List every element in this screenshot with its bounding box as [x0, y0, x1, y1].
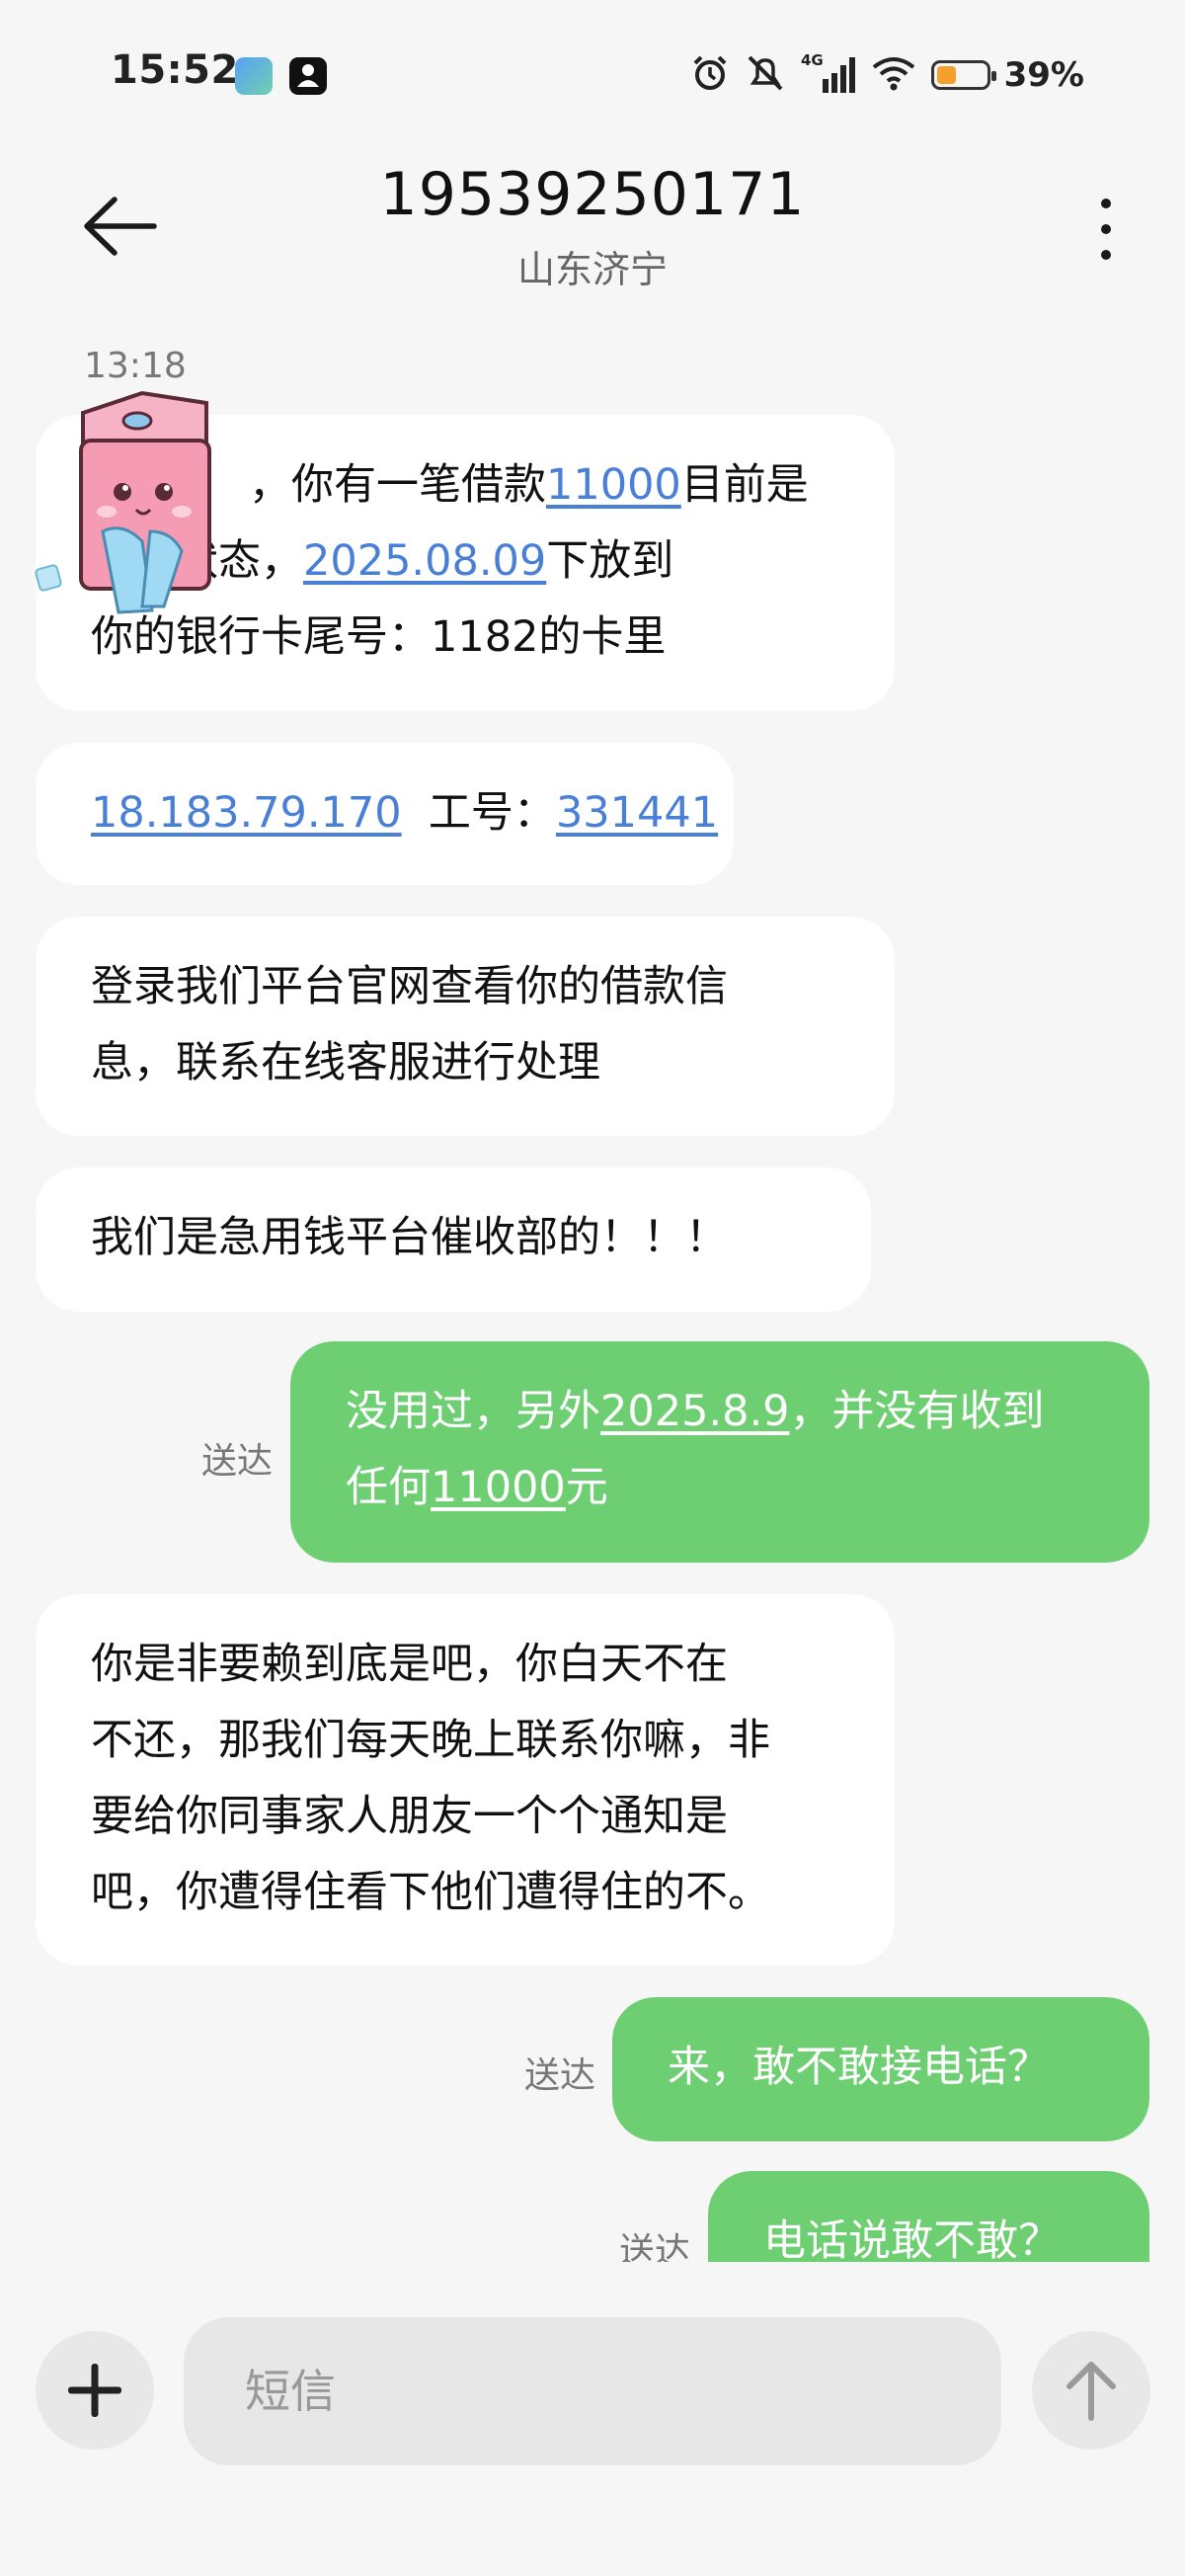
mute-icon	[744, 53, 787, 97]
more-vertical-icon[interactable]	[1086, 190, 1126, 269]
employee-number-link[interactable]: 331441	[556, 788, 718, 838]
message-text: 下放到	[546, 536, 674, 586]
message-text: 不还，那我们每天晚上联系你嘛，非	[91, 1716, 770, 1765]
delivery-status: 送达	[201, 1441, 274, 1482]
status-bar: 15:52 4G 39%	[0, 0, 1185, 148]
message-text: 要给你同事家人朋友一个个通知是	[91, 1792, 728, 1841]
amount-link[interactable]: 11000	[546, 460, 681, 510]
outgoing-message[interactable]: 来，敢不敢接电话？	[612, 1997, 1149, 2141]
outgoing-message[interactable]: 没用过，另外2025.8.9，并没有收到 任何11000元	[290, 1341, 1149, 1563]
status-time: 15:52	[111, 47, 239, 93]
network-type-label: 4G	[801, 51, 824, 69]
incoming-message[interactable]: 你是非要赖到底是吧，你白天不在 不还，那我们每天晚上联系你嘛，非 要给你同事家人…	[36, 1594, 895, 1966]
battery-icon	[930, 60, 996, 90]
sms-input[interactable]: 短信	[184, 2317, 1001, 2465]
message-text: 息，联系在线客服进行处理	[91, 1038, 600, 1087]
amount-link[interactable]: 11000	[431, 1463, 566, 1512]
incoming-message[interactable]: 我们是急用钱平台催收部的！！！	[36, 1167, 871, 1312]
message-text: ，并没有收到	[789, 1387, 1045, 1436]
message-text: 目前是	[680, 460, 809, 510]
message-timestamp: 13:18	[84, 346, 187, 386]
sms-input-placeholder: 短信	[245, 2365, 336, 2418]
battery-percent: 39%	[1003, 55, 1084, 95]
delivery-status: 送达	[524, 2055, 596, 2096]
message-text: 登录我们平台官网查看你的借款信	[91, 962, 728, 1011]
message-text: 吧，你遭得住看下他们遭得住的不。	[91, 1868, 770, 1917]
incoming-message[interactable]: 18.183.79.170 工号：331441	[36, 743, 734, 885]
message-text: 我们是急用钱平台催收部的！！！	[91, 1213, 728, 1262]
message-text: ，你有一笔借款	[249, 460, 546, 510]
battery-level-fill	[936, 66, 956, 84]
date-link[interactable]: 2025.8.9	[600, 1387, 789, 1436]
composer-bar: 短信	[0, 2262, 1185, 2576]
send-arrow-icon[interactable]	[1032, 2331, 1150, 2450]
date-link[interactable]: 2025.08.09	[303, 536, 546, 586]
signal-icon: 4G	[801, 51, 856, 99]
plus-icon[interactable]	[36, 2331, 154, 2450]
milk-carton-sticker	[34, 383, 231, 630]
id-app-icon	[289, 57, 327, 95]
status-icons: 4G 39%	[690, 49, 1084, 101]
gallery-app-icon	[235, 57, 273, 95]
alarm-icon	[690, 53, 730, 97]
message-text: 任何	[346, 1463, 431, 1512]
wifi-icon	[870, 53, 917, 97]
message-text: 工号：	[401, 788, 556, 838]
ip-address-link[interactable]: 18.183.79.170	[91, 788, 402, 838]
message-text: 你是非要赖到底是吧，你白天不在	[91, 1640, 728, 1689]
message-text: 来，敢不敢接电话？	[668, 2043, 1050, 2092]
incoming-message[interactable]: 登录我们平台官网查看你的借款信 息，联系在线客服进行处理	[36, 917, 895, 1136]
contact-number: 19539250171	[379, 160, 806, 229]
contact-location: 山东济宁	[516, 248, 668, 291]
conversation-header: 19539250171 山东济宁	[0, 148, 1185, 316]
message-text: 元	[565, 1463, 608, 1512]
message-text: 没用过，另外	[346, 1387, 600, 1436]
